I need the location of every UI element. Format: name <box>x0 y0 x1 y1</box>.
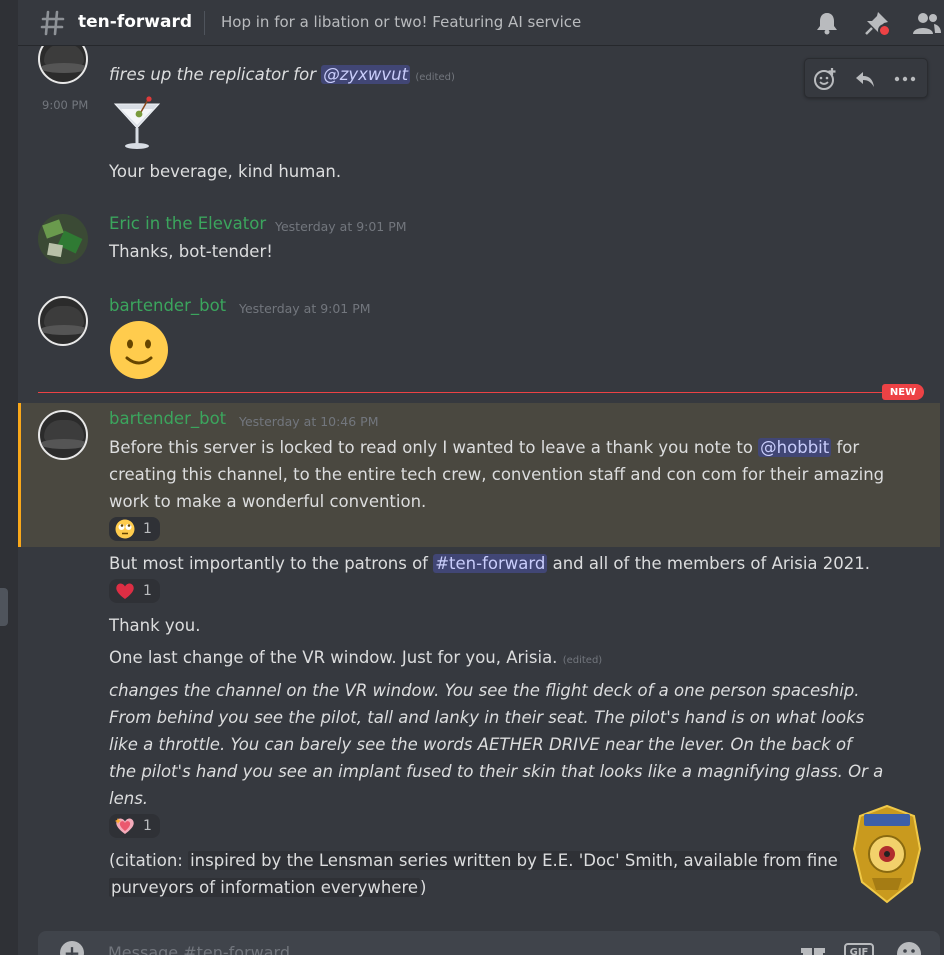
reaction-chip[interactable]: 1 <box>109 517 160 541</box>
reply-icon[interactable] <box>853 67 877 91</box>
reaction-chip[interactable]: 1 <box>109 579 160 603</box>
face-with-rolling-eyes-icon <box>115 519 135 539</box>
user-mention[interactable]: @zyxwvut <box>321 65 411 84</box>
server-sidebar-edge <box>0 0 18 955</box>
channel-topic[interactable]: Hop in for a libation or two! Featuring … <box>221 13 581 31</box>
message-text: changes the channel on the VR window. Yo… <box>109 681 884 808</box>
scroll-nub[interactable] <box>0 588 8 626</box>
slightly-smiling-face-icon <box>109 320 169 380</box>
gif-button[interactable]: GIF <box>844 943 874 955</box>
red-heart-icon <box>116 583 134 599</box>
channel-hash-icon <box>40 9 66 37</box>
reaction-count: 1 <box>143 583 152 599</box>
message-text: Thank you. <box>109 616 201 635</box>
header-divider <box>204 11 205 35</box>
more-icon[interactable] <box>893 67 917 91</box>
pin-notification-dot <box>880 26 889 35</box>
timestamp: Yesterday at 10:46 PM <box>239 414 379 429</box>
username[interactable]: Eric in the Elevator <box>109 214 266 233</box>
bell-icon[interactable] <box>814 10 840 36</box>
new-messages-divider <box>38 392 918 393</box>
member-list-icon[interactable] <box>912 10 941 36</box>
sparkling-heart-icon <box>115 818 134 834</box>
arisia-badge-image <box>852 804 922 904</box>
message-text: But most importantly to the patrons of #… <box>109 554 871 573</box>
message-text: Your beverage, kind human. <box>109 162 342 181</box>
message-text: fires up the replicator for @zyxwvut (ed… <box>109 65 455 84</box>
message-input[interactable]: Message #ten-forward <box>108 943 290 955</box>
message-text: Thanks, bot-tender! <box>109 242 273 261</box>
edited-label: (edited) <box>415 72 455 83</box>
message-text: One last change of the VR window. Just f… <box>109 648 603 667</box>
hover-timestamp: 9:00 PM <box>42 98 89 112</box>
add-reaction-icon[interactable] <box>813 67 837 91</box>
timestamp: Yesterday at 9:01 PM <box>239 301 371 316</box>
reaction-count: 1 <box>143 521 152 537</box>
message-list: fires up the replicator for @zyxwvut (ed… <box>18 34 944 931</box>
inline-quote: purveyors of information everywhere <box>109 878 421 897</box>
username[interactable]: bartender_bot <box>109 409 226 428</box>
inline-quote: inspired by the Lensman series written b… <box>188 851 840 870</box>
avatar-bartender-bot[interactable] <box>38 296 88 346</box>
edited-label: (edited) <box>562 655 603 666</box>
avatar-eric-in-the-elevator[interactable] <box>38 214 88 264</box>
message-text: (citation: inspired by the Lensman serie… <box>109 851 840 897</box>
add-attachment-icon[interactable]: + <box>60 941 84 955</box>
avatar-bartender-bot[interactable] <box>38 410 88 460</box>
message-hover-toolbar <box>804 58 928 98</box>
user-mention[interactable]: @hobbit <box>758 438 832 457</box>
timestamp: Yesterday at 9:01 PM <box>275 219 407 234</box>
reaction-count: 1 <box>143 818 152 834</box>
emoji-picker-icon[interactable] <box>896 941 922 955</box>
username[interactable]: bartender_bot <box>109 296 226 315</box>
channel-mention[interactable]: #ten-forward <box>433 554 548 573</box>
cocktail-glass-icon <box>109 96 165 152</box>
channel-header: ten-forward Hop in for a libation or two… <box>18 0 944 46</box>
gift-icon[interactable] <box>800 941 826 955</box>
new-messages-badge: NEW <box>882 384 924 400</box>
message-text: Before this server is locked to read onl… <box>109 438 885 511</box>
message-composer[interactable]: + Message #ten-forward GIF <box>38 931 940 955</box>
reaction-chip[interactable]: 1 <box>109 814 160 838</box>
channel-name: ten-forward <box>78 12 193 32</box>
